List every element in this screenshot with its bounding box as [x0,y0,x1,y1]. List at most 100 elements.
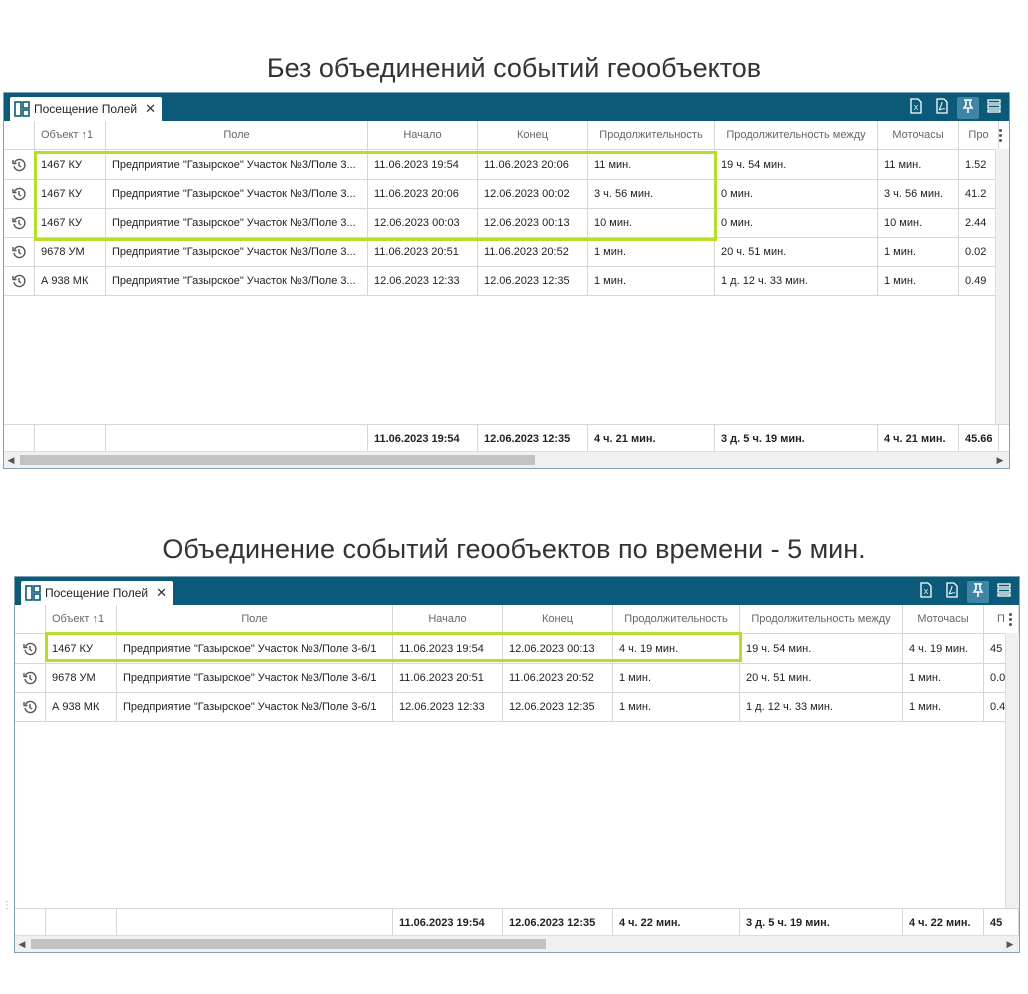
history-icon[interactable] [15,692,46,721]
footer-icon-col [4,425,35,453]
vertical-scrollbar[interactable] [1005,633,1019,908]
table-cell: 11.06.2023 20:51 [393,663,503,692]
pin-button[interactable] [967,581,989,603]
column-header[interactable]: Продолжительность [613,605,740,633]
history-icon[interactable] [15,663,46,692]
layout-button[interactable] [983,97,1005,119]
toolbar: X [915,581,1015,603]
footer-cell: 11.06.2023 19:54 [393,909,503,937]
table-cell: 1.52 [959,150,999,179]
column-header[interactable]: Моточасы [878,121,959,149]
grid-header: Объект ↑1 Поле Начало Конец Продолжительност… [15,605,1019,634]
table-cell: 12.06.2023 00:02 [478,179,588,208]
column-menu-button[interactable] [1003,605,1017,633]
table-row[interactable]: 1467 КУ Предприятие "Газырское" Участок №… [4,179,1009,209]
table-cell: Предприятие "Газырское" Участок №3/Поле … [117,634,393,663]
table-cell: 1 мин. [903,663,984,692]
grid-footer-totals: 11.06.2023 19:54 12.06.2023 12:35 4 ч. 22 … [15,908,1019,937]
table-cell: 11.06.2023 20:06 [368,179,478,208]
table-cell: 12.06.2023 12:35 [503,692,613,721]
table-cell: 10 мин. [878,208,959,237]
layout-button[interactable] [993,581,1015,603]
table-cell: 1 мин. [613,663,740,692]
scroll-right-icon[interactable]: ▶ [993,452,1007,468]
table-cell: 2.44 [959,208,999,237]
list-layout-icon [986,98,1002,119]
footer-cell: 12.06.2023 12:35 [478,425,588,453]
footer-cell: 4 ч. 22 мин. [903,909,984,937]
table-cell: 1 мин. [588,237,715,266]
table-cell: 12.06.2023 00:03 [368,208,478,237]
table-row[interactable]: А 938 МК Предприятие "Газырское" Участок … [15,692,1019,722]
close-icon[interactable]: ✕ [145,101,156,117]
table-row[interactable]: 9678 УМ Предприятие "Газырское" Участок №… [15,663,1019,693]
table-row[interactable]: 9678 УМ Предприятие "Газырское" Участок №… [4,237,1009,267]
footer-cell [46,909,117,937]
column-header[interactable]: Объект ↑1 [35,121,106,149]
footer-cell: 3 д. 5 ч. 19 мин. [740,909,903,937]
footer-cell: 45 [984,909,1019,937]
grid-header: Объект ↑1 Поле Начало Конец Продолжительност… [4,121,1009,150]
column-header[interactable]: Продолжительность между [740,605,903,633]
excel-export-button[interactable]: X [915,581,937,603]
history-icon[interactable] [4,237,35,266]
table-row[interactable]: 1467 КУ Предприятие "Газырское" Участок №… [4,208,1009,238]
column-header[interactable]: Моточасы [903,605,984,633]
history-icon[interactable] [4,266,35,295]
tab-poseshchenie-poley[interactable]: Посещение Полей ✕ [10,97,163,121]
table-cell: 9678 УМ [46,663,117,692]
table-cell: 1 мин. [613,692,740,721]
tab-poseshchenie-poley[interactable]: Посещение Полей ✕ [21,581,174,605]
scroll-right-icon[interactable]: ▶ [1003,936,1017,952]
column-header[interactable]: Начало [368,121,478,149]
history-icon[interactable] [15,634,46,663]
header-icon-col [4,121,35,149]
table-cell: 1467 КУ [35,150,106,179]
pin-icon [960,98,976,119]
column-header[interactable]: Продолжительность [588,121,715,149]
scroll-thumb[interactable] [31,939,546,949]
column-header[interactable]: Объект ↑1 [46,605,117,633]
table-cell: Предприятие "Газырское" Участок №3/Поле … [106,208,368,237]
table-row[interactable]: 1467 КУ Предприятие "Газырское" Участок №… [15,634,1019,664]
column-menu-button[interactable] [993,121,1007,149]
report-panel-no-merge: Посещение Полей ✕ X Объект ↑1 Поле Начало Коне… [3,92,1010,469]
history-icon[interactable] [4,150,35,179]
scroll-left-icon[interactable]: ◀ [15,936,29,952]
scroll-left-icon[interactable]: ◀ [4,452,18,468]
column-header[interactable]: Начало [393,605,503,633]
vertical-scrollbar[interactable] [995,149,1009,424]
pin-button[interactable] [957,97,979,119]
svg-text:X: X [924,589,929,596]
table-cell: 12.06.2023 12:33 [368,266,478,295]
table-cell: А 938 МК [46,692,117,721]
history-icon[interactable] [4,179,35,208]
footer-cell: 4 ч. 22 мин. [613,909,740,937]
table-cell: 11.06.2023 19:54 [393,634,503,663]
table-cell: 0.49 [959,266,999,295]
pdf-export-button[interactable] [931,97,953,119]
table-row[interactable]: 1467 КУ Предприятие "Газырское" Участок №… [4,150,1009,180]
svg-text:X: X [914,105,919,112]
column-header[interactable]: Продолжительность между [715,121,878,149]
header-icon-col [15,605,46,633]
title-bar: Посещение Полей ✕ X [15,577,1019,605]
table-row[interactable]: А 938 МК Предприятие "Газырское" Участок … [4,266,1009,296]
scroll-thumb[interactable] [20,455,535,465]
horizontal-scrollbar[interactable]: ◀ ▶ [15,935,1019,952]
table-cell: 11.06.2023 20:52 [478,237,588,266]
close-icon[interactable]: ✕ [156,585,167,601]
column-header[interactable]: Конец [503,605,613,633]
column-header[interactable]: Поле [106,121,368,149]
data-grid: Объект ↑1 Поле Начало Конец Продолжительност… [15,605,1019,952]
pin-icon [970,582,986,603]
excel-export-button[interactable]: X [905,97,927,119]
column-header[interactable]: Конец [478,121,588,149]
pdf-export-button[interactable] [941,581,963,603]
footer-cell: 4 ч. 21 мин. [588,425,715,453]
column-header[interactable]: Поле [117,605,393,633]
history-icon[interactable] [4,208,35,237]
horizontal-scrollbar[interactable]: ◀ ▶ [4,451,1009,468]
table-cell: 19 ч. 54 мин. [715,150,878,179]
table-cell: 11 мин. [878,150,959,179]
